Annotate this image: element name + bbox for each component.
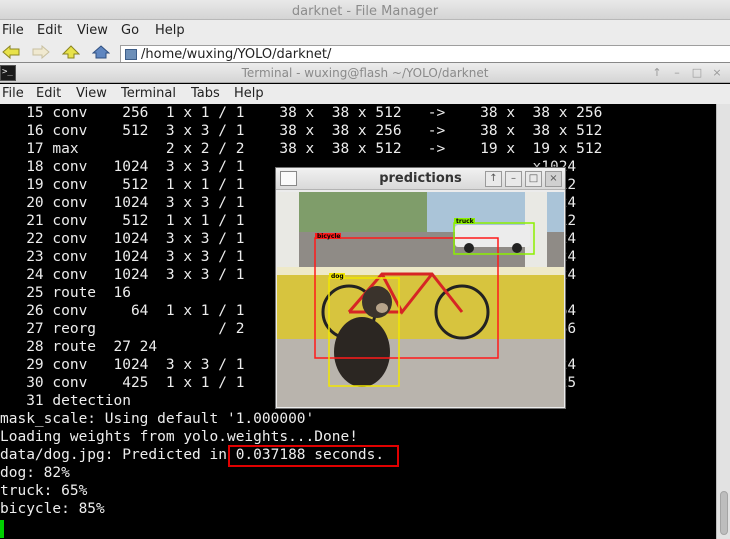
fm-menu-help[interactable]: Help	[155, 23, 185, 38]
terminal-scrollbar[interactable]	[716, 104, 730, 539]
terminal-line: 17 max 2 x 2 / 2 38 x 38 x 512 -> 19 x 1…	[0, 141, 603, 157]
sticky-window-icon[interactable]: ↑	[485, 171, 502, 187]
prediction-time-highlight	[228, 445, 399, 467]
term-menu-help[interactable]: Help	[234, 86, 264, 101]
term-menu-file[interactable]: File	[2, 86, 24, 101]
dog-muzzle	[376, 303, 388, 313]
terminal-line: truck: 65%	[0, 483, 88, 499]
scrollbar-thumb[interactable]	[720, 491, 728, 535]
back-arrow-icon[interactable]	[2, 45, 20, 59]
term-menu-view[interactable]: View	[76, 86, 107, 101]
fm-menu-edit[interactable]: Edit	[37, 23, 62, 38]
term-menu-edit[interactable]: Edit	[36, 86, 61, 101]
file-manager-menubar: File Edit View Go Help	[0, 20, 730, 42]
term-menu-terminal[interactable]: Terminal	[121, 86, 176, 101]
file-manager-titlebar[interactable]: darknet - File Manager	[0, 0, 730, 20]
fm-menu-view[interactable]: View	[77, 23, 108, 38]
maximize-icon[interactable]: □	[690, 65, 704, 81]
terminal-line: Loading weights from yolo.weights...Done…	[0, 429, 358, 445]
minimize-icon[interactable]: –	[670, 65, 684, 81]
yellow-porch-wall	[277, 267, 564, 339]
up-arrow-icon[interactable]	[62, 45, 80, 59]
terminal-menubar: File Edit View Terminal Tabs Help	[0, 84, 730, 104]
maximize-icon[interactable]: □	[525, 171, 542, 187]
terminal-line: 16 conv 512 3 x 3 / 1 38 x 38 x 256 -> 3…	[0, 123, 603, 139]
detection-image: bicycle dog truck	[277, 192, 564, 407]
terminal-line: dog: 82%	[0, 465, 70, 481]
porch-floor	[277, 339, 564, 407]
close-icon[interactable]: ×	[710, 65, 724, 81]
terminal-titlebar[interactable]: >_ Terminal - wuxing@flash ~/YOLO/darkne…	[0, 63, 730, 83]
terminal-line: bicycle: 85%	[0, 501, 105, 517]
terminal-line: 15 conv 256 1 x 1 / 1 38 x 38 x 512 -> 3…	[0, 105, 603, 121]
terminal-window-controls: ↑ – □ ×	[650, 65, 724, 81]
predictions-titlebar[interactable]: predictions ↑ – □ ×	[276, 168, 565, 190]
terminal-line: mask_scale: Using default '1.000000'	[0, 411, 315, 427]
truck-label: truck	[456, 218, 475, 225]
file-manager-title: darknet - File Manager	[291, 4, 439, 19]
close-icon[interactable]: ×	[545, 171, 562, 187]
predictions-window: predictions ↑ – □ × bicycle dog truck	[275, 167, 566, 409]
forward-arrow-icon[interactable]	[32, 45, 50, 59]
bicycle-label: bicycle	[317, 233, 341, 240]
terminal-line: 28 route 27 24	[0, 339, 158, 355]
truck-wheel	[512, 243, 522, 253]
location-path-text: /home/wuxing/YOLO/darknet/	[141, 47, 332, 62]
terminal-line: 25 route 16	[0, 285, 131, 301]
truck-wheel	[464, 243, 474, 253]
predictions-window-controls: ↑ – □ ×	[485, 171, 562, 187]
fm-menu-go[interactable]: Go	[121, 23, 139, 38]
minimize-icon[interactable]: –	[505, 171, 522, 187]
dog-body	[334, 317, 390, 387]
fm-menu-file[interactable]: File	[2, 23, 24, 38]
folder-icon	[125, 49, 137, 60]
home-icon[interactable]	[92, 45, 110, 59]
term-menu-tabs[interactable]: Tabs	[191, 86, 220, 101]
sticky-window-icon[interactable]: ↑	[650, 65, 664, 81]
terminal-line: 31 detection	[0, 393, 131, 409]
dog-label: dog	[331, 273, 344, 280]
dog-head	[362, 286, 392, 318]
terminal-title: Terminal - wuxing@flash ~/YOLO/darknet	[241, 66, 489, 80]
terminal-cursor	[0, 520, 4, 538]
